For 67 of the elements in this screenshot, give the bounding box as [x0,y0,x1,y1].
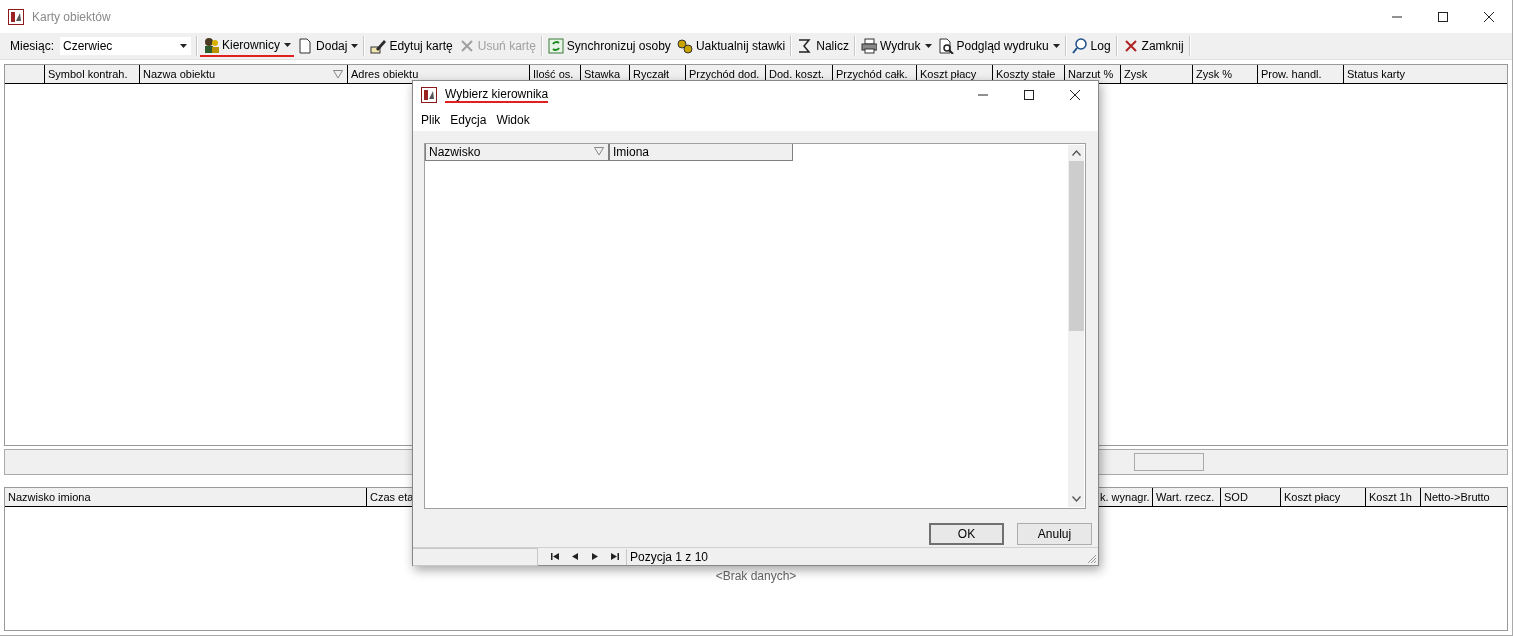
sort-icon [594,147,604,157]
toolbar-button[interactable]: Zamknij [1119,35,1187,57]
scroll-up-icon [1071,149,1081,156]
month-label: Miesiąc: [10,39,54,53]
first-record-icon [551,552,559,561]
next-record-icon [591,552,599,561]
column-header[interactable]: Netto->Brutto [1421,488,1507,506]
column-header[interactable]: Zysk [1121,65,1193,83]
preview-icon [937,38,954,54]
toolbar-button[interactable]: Podgląd wydruku [934,35,1063,57]
toolbar-button[interactable]: Wydruk [857,35,935,57]
close-icon [1483,10,1495,23]
caret-icon [284,43,292,47]
last-record-icon [611,552,619,561]
scrollbar[interactable] [1068,144,1084,508]
toolbar-button[interactable]: Nalicz [794,35,852,57]
ok-button[interactable]: OK [929,523,1004,546]
people-icon [203,37,219,53]
toolbar-button[interactable]: Uaktualnij stawki [673,35,789,57]
app-icon [8,8,24,25]
toolbar-button[interactable]: Kierownicy [200,35,295,57]
column-header[interactable]: Wart. rzecz. [1153,488,1221,506]
toolbar-button[interactable]: Dodaj [294,35,362,57]
column-header[interactable]: Zysk % [1193,65,1258,83]
close-icon [1122,38,1139,54]
menu-item[interactable]: Widok [492,112,534,127]
column-header[interactable]: Imiona [609,143,793,161]
column-header[interactable]: Koszt płacy [1281,488,1366,506]
toolbar-button[interactable]: Log [1068,35,1114,57]
maximize-icon [1023,89,1035,101]
record-position: Pozycja 1 z 10 [626,548,709,565]
window-title: Karty obiektów [32,9,111,24]
column-header[interactable]: Symbol kontrah. [45,65,140,83]
column-header[interactable]: Nazwisko imiona [5,488,367,506]
pencil-icon [370,38,387,54]
maximize-icon [1437,10,1449,23]
resize-grip-icon [1087,554,1097,564]
column-header[interactable]: Status karty [1344,65,1507,83]
summary-field [1134,453,1204,471]
close-icon [1069,89,1081,101]
column-header[interactable]: Koszt 1h [1366,488,1421,506]
magnifier-icon [1071,38,1088,54]
sort-icon [333,69,343,79]
dialog-title: Wybierz kierownika [445,87,549,103]
scroll-down-icon [1071,496,1081,503]
toolbar-button[interactable]: Synchronizuj osoby [544,35,674,57]
column-header[interactable]: SOD [1221,488,1281,506]
menu-item[interactable]: Plik [417,112,445,127]
gears-icon [676,38,693,54]
sync-icon [547,38,564,54]
column-header[interactable]: Nazwisko [425,143,609,161]
empty-message: <Brak danych> [714,569,798,583]
column-header[interactable]: Prow. handl. [1258,65,1344,83]
printer-icon [860,38,877,54]
document-icon [297,38,314,54]
delete-icon [458,38,475,54]
previous-record-icon [571,552,579,561]
toolbar-button[interactable]: Edytuj kartę [367,35,456,57]
month-dropdown[interactable]: Czerwiec [60,37,191,55]
app-icon [421,87,437,103]
caret-icon [924,44,932,48]
cancel-button[interactable]: Anuluj [1017,523,1092,546]
caret-icon [180,44,187,48]
column-header[interactable]: Nazwa obiektu [140,65,348,83]
caret-icon [351,44,359,48]
caret-icon [1052,44,1060,48]
menu-item[interactable]: Edycja [446,112,491,127]
